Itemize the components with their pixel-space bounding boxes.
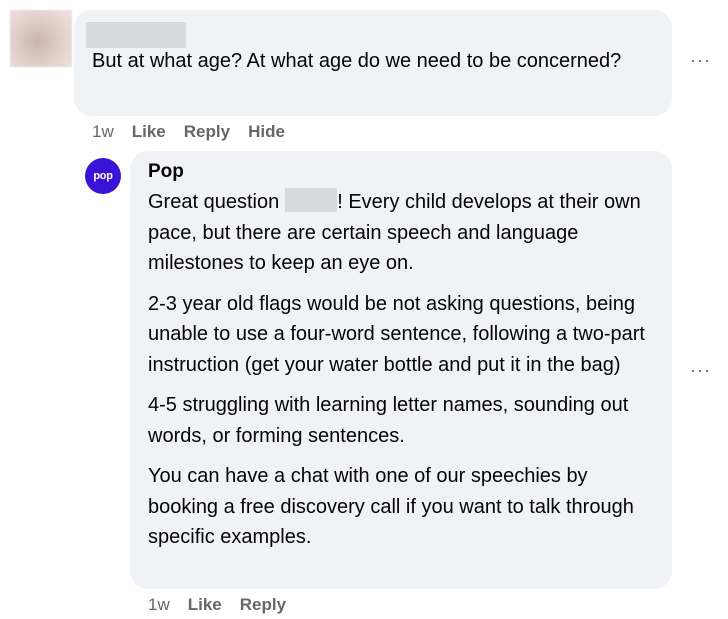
reply-paragraph-1: Great question! Every child develops at …	[148, 187, 658, 279]
reply-p1-before: Great question	[148, 191, 280, 213]
reply-like-button[interactable]: Like	[188, 595, 222, 615]
reply-button[interactable]: Reply	[184, 122, 230, 142]
reply-reply-button[interactable]: Reply	[240, 595, 286, 615]
comment-text: But at what age? At what age do we need …	[92, 50, 622, 72]
pop-avatar[interactable]: pop	[85, 158, 121, 194]
like-button[interactable]: Like	[132, 122, 166, 142]
reply-paragraph-4: You can have a chat with one of our spee…	[148, 465, 634, 548]
reply-author[interactable]: Pop	[148, 161, 184, 183]
reply-paragraph-3: 4-5 struggling with learning letter name…	[148, 394, 629, 447]
reply-paragraph-2: 2-3 year old flags would be not asking q…	[148, 292, 645, 376]
pop-logo-text: pop	[93, 170, 113, 182]
commenter-avatar-blurred[interactable]	[10, 10, 72, 67]
hide-button[interactable]: Hide	[248, 122, 285, 142]
reply-options-icon[interactable]: ···	[690, 360, 711, 381]
comment-actions: 1w Like Reply Hide	[92, 122, 303, 142]
reply-bubble: Pop Great question! Every child develops…	[130, 151, 672, 589]
reply-actions: 1w Like Reply	[148, 595, 304, 615]
comment-timestamp[interactable]: 1w	[92, 122, 114, 142]
reply-timestamp[interactable]: 1w	[148, 595, 170, 615]
redacted-mention	[285, 188, 338, 212]
comment-bubble: But at what age? At what age do we need …	[74, 10, 672, 116]
reply-body: Great question! Every child develops at …	[148, 187, 658, 563]
comment-options-icon[interactable]: ···	[690, 50, 711, 71]
redacted-commenter-name	[86, 22, 186, 48]
